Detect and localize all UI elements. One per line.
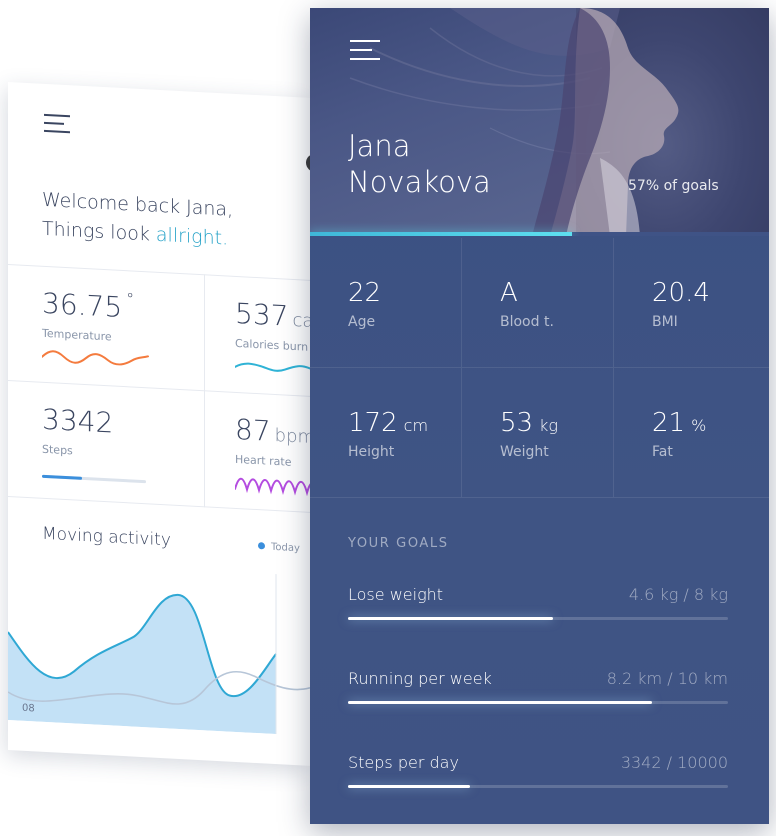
- stat-fat-number: 21: [652, 408, 686, 438]
- calories-tile[interactable]: 537 ca Calories burn: [204, 274, 310, 399]
- first-name: Jana: [348, 129, 411, 163]
- stat-weight-label: Weight: [500, 444, 549, 460]
- goals-progress-track: [310, 232, 769, 236]
- stat-weight-value: 53 kg: [500, 408, 558, 438]
- stat-bmi-label: BMI: [652, 314, 678, 330]
- hamburger-menu-icon[interactable]: [44, 113, 72, 135]
- stat-blood-type-value: A: [500, 278, 518, 308]
- stat-age-number: 22: [348, 278, 382, 308]
- moving-activity-chart: [8, 574, 310, 735]
- calories-value: 537: [235, 296, 289, 333]
- calories-sparkline: [235, 362, 310, 377]
- stat-age-label: Age: [348, 314, 376, 330]
- stat-weight-unit: kg: [539, 416, 558, 435]
- calories-value-line: 537 ca: [235, 297, 310, 334]
- stat-fat[interactable]: 21% Fat: [614, 368, 769, 498]
- steps-label: Steps: [42, 442, 73, 458]
- last-name: Novakova: [348, 165, 491, 199]
- legend-today-label: Today: [271, 541, 300, 555]
- stat-bmi[interactable]: 20.4 BMI: [614, 238, 769, 368]
- stat-weight-number: 53: [500, 408, 534, 438]
- temperature-value-line: 36.75 °: [42, 287, 134, 325]
- profile-card: Jana Novakova 57% of goals 22 Age A Bloo…: [310, 8, 769, 824]
- stat-height-unit: cm: [403, 416, 429, 435]
- today-area: [8, 594, 276, 735]
- stat-fat-label: Fat: [652, 444, 673, 460]
- heart-rate-value: 87: [235, 412, 271, 448]
- heart-rate-tile[interactable]: 87 bpm Heart rate: [204, 390, 310, 515]
- goal-steps-label: Steps per day: [348, 753, 459, 772]
- goal-lose-weight-value: 4.6 kg / 8 kg: [628, 585, 728, 604]
- dashboard-card: Welcome back Jana, Things look allright.…: [8, 82, 310, 766]
- calories-label: Calories burn: [235, 336, 309, 354]
- axis-label-08: 08: [22, 702, 35, 715]
- stat-blood-type-label: Blood t.: [500, 314, 554, 330]
- calories-unit: ca: [292, 309, 310, 333]
- legend-dot-icon: [258, 541, 265, 549]
- temperature-tile[interactable]: 36.75 ° Temperature: [8, 264, 204, 392]
- stat-height-value: 172 cm: [348, 408, 428, 438]
- goal-lose-weight-track: [348, 617, 728, 620]
- goal-steps-track: [348, 785, 728, 788]
- stat-fat-unit: %: [691, 416, 707, 435]
- goal-running-per-week[interactable]: Running per week 8.2 km / 10 km: [348, 669, 728, 719]
- stat-height-number: 172: [348, 408, 398, 438]
- welcome-status-accent: allright.: [155, 223, 229, 250]
- goals-percent-text: 57% of goals: [628, 178, 719, 194]
- stat-weight[interactable]: 53 kg Weight: [462, 368, 614, 498]
- temperature-label: Temperature: [42, 326, 112, 344]
- steps-tile[interactable]: 3342 Steps: [8, 380, 204, 508]
- goal-steps-per-day[interactable]: Steps per day 3342 / 10000: [348, 753, 728, 803]
- heart-rate-value-line: 87 bpm: [235, 413, 310, 450]
- welcome-message: Welcome back Jana, Things look allright.: [42, 186, 310, 258]
- steps-progress-track: [42, 474, 146, 484]
- stat-height-label: Height: [348, 444, 395, 460]
- heart-rate-label: Heart rate: [235, 452, 292, 469]
- heart-rate-unit: bpm: [274, 424, 310, 449]
- goal-steps-fill: [348, 785, 470, 788]
- goals-section-title: YOUR GOALS: [348, 536, 449, 551]
- stat-height[interactable]: 172 cm Height: [310, 368, 462, 498]
- goals-progress-fill: [310, 232, 572, 236]
- steps-progress-fill: [42, 474, 82, 480]
- stat-age[interactable]: 22 Age: [310, 238, 462, 368]
- stat-fat-value: 21%: [652, 408, 706, 438]
- goal-running-label: Running per week: [348, 669, 492, 688]
- heart-rate-sparkline: [235, 477, 310, 497]
- temperature-degree-symbol: °: [126, 289, 135, 309]
- goal-running-value: 8.2 km / 10 km: [606, 669, 728, 688]
- stat-age-value: 22: [348, 278, 381, 308]
- hamburger-menu-icon[interactable]: [350, 40, 382, 64]
- stat-bmi-number: 20.4: [652, 278, 710, 308]
- legend-today[interactable]: Today: [258, 541, 300, 554]
- stat-blood-type[interactable]: A Blood t.: [462, 238, 614, 368]
- stat-bmi-value: 20.4: [652, 278, 710, 308]
- goal-running-track: [348, 701, 728, 704]
- goal-lose-weight-label: Lose weight: [348, 585, 444, 604]
- welcome-line-2-prefix: Things look: [42, 217, 156, 246]
- steps-value: 3342: [42, 402, 114, 440]
- moving-activity-title: Moving activity: [42, 523, 171, 551]
- goal-lose-weight-fill: [348, 617, 554, 620]
- goal-lose-weight[interactable]: Lose weight 4.6 kg / 8 kg: [348, 585, 728, 635]
- profile-hero: Jana Novakova 57% of goals: [310, 8, 769, 236]
- stat-blood-type-letter: A: [500, 278, 518, 308]
- goal-steps-value: 3342 / 10000: [620, 753, 728, 772]
- profile-name: Jana Novakova: [348, 128, 491, 200]
- temperature-sparkline: [42, 350, 149, 366]
- temperature-value: 36.75: [42, 286, 123, 324]
- goal-running-fill: [348, 701, 652, 704]
